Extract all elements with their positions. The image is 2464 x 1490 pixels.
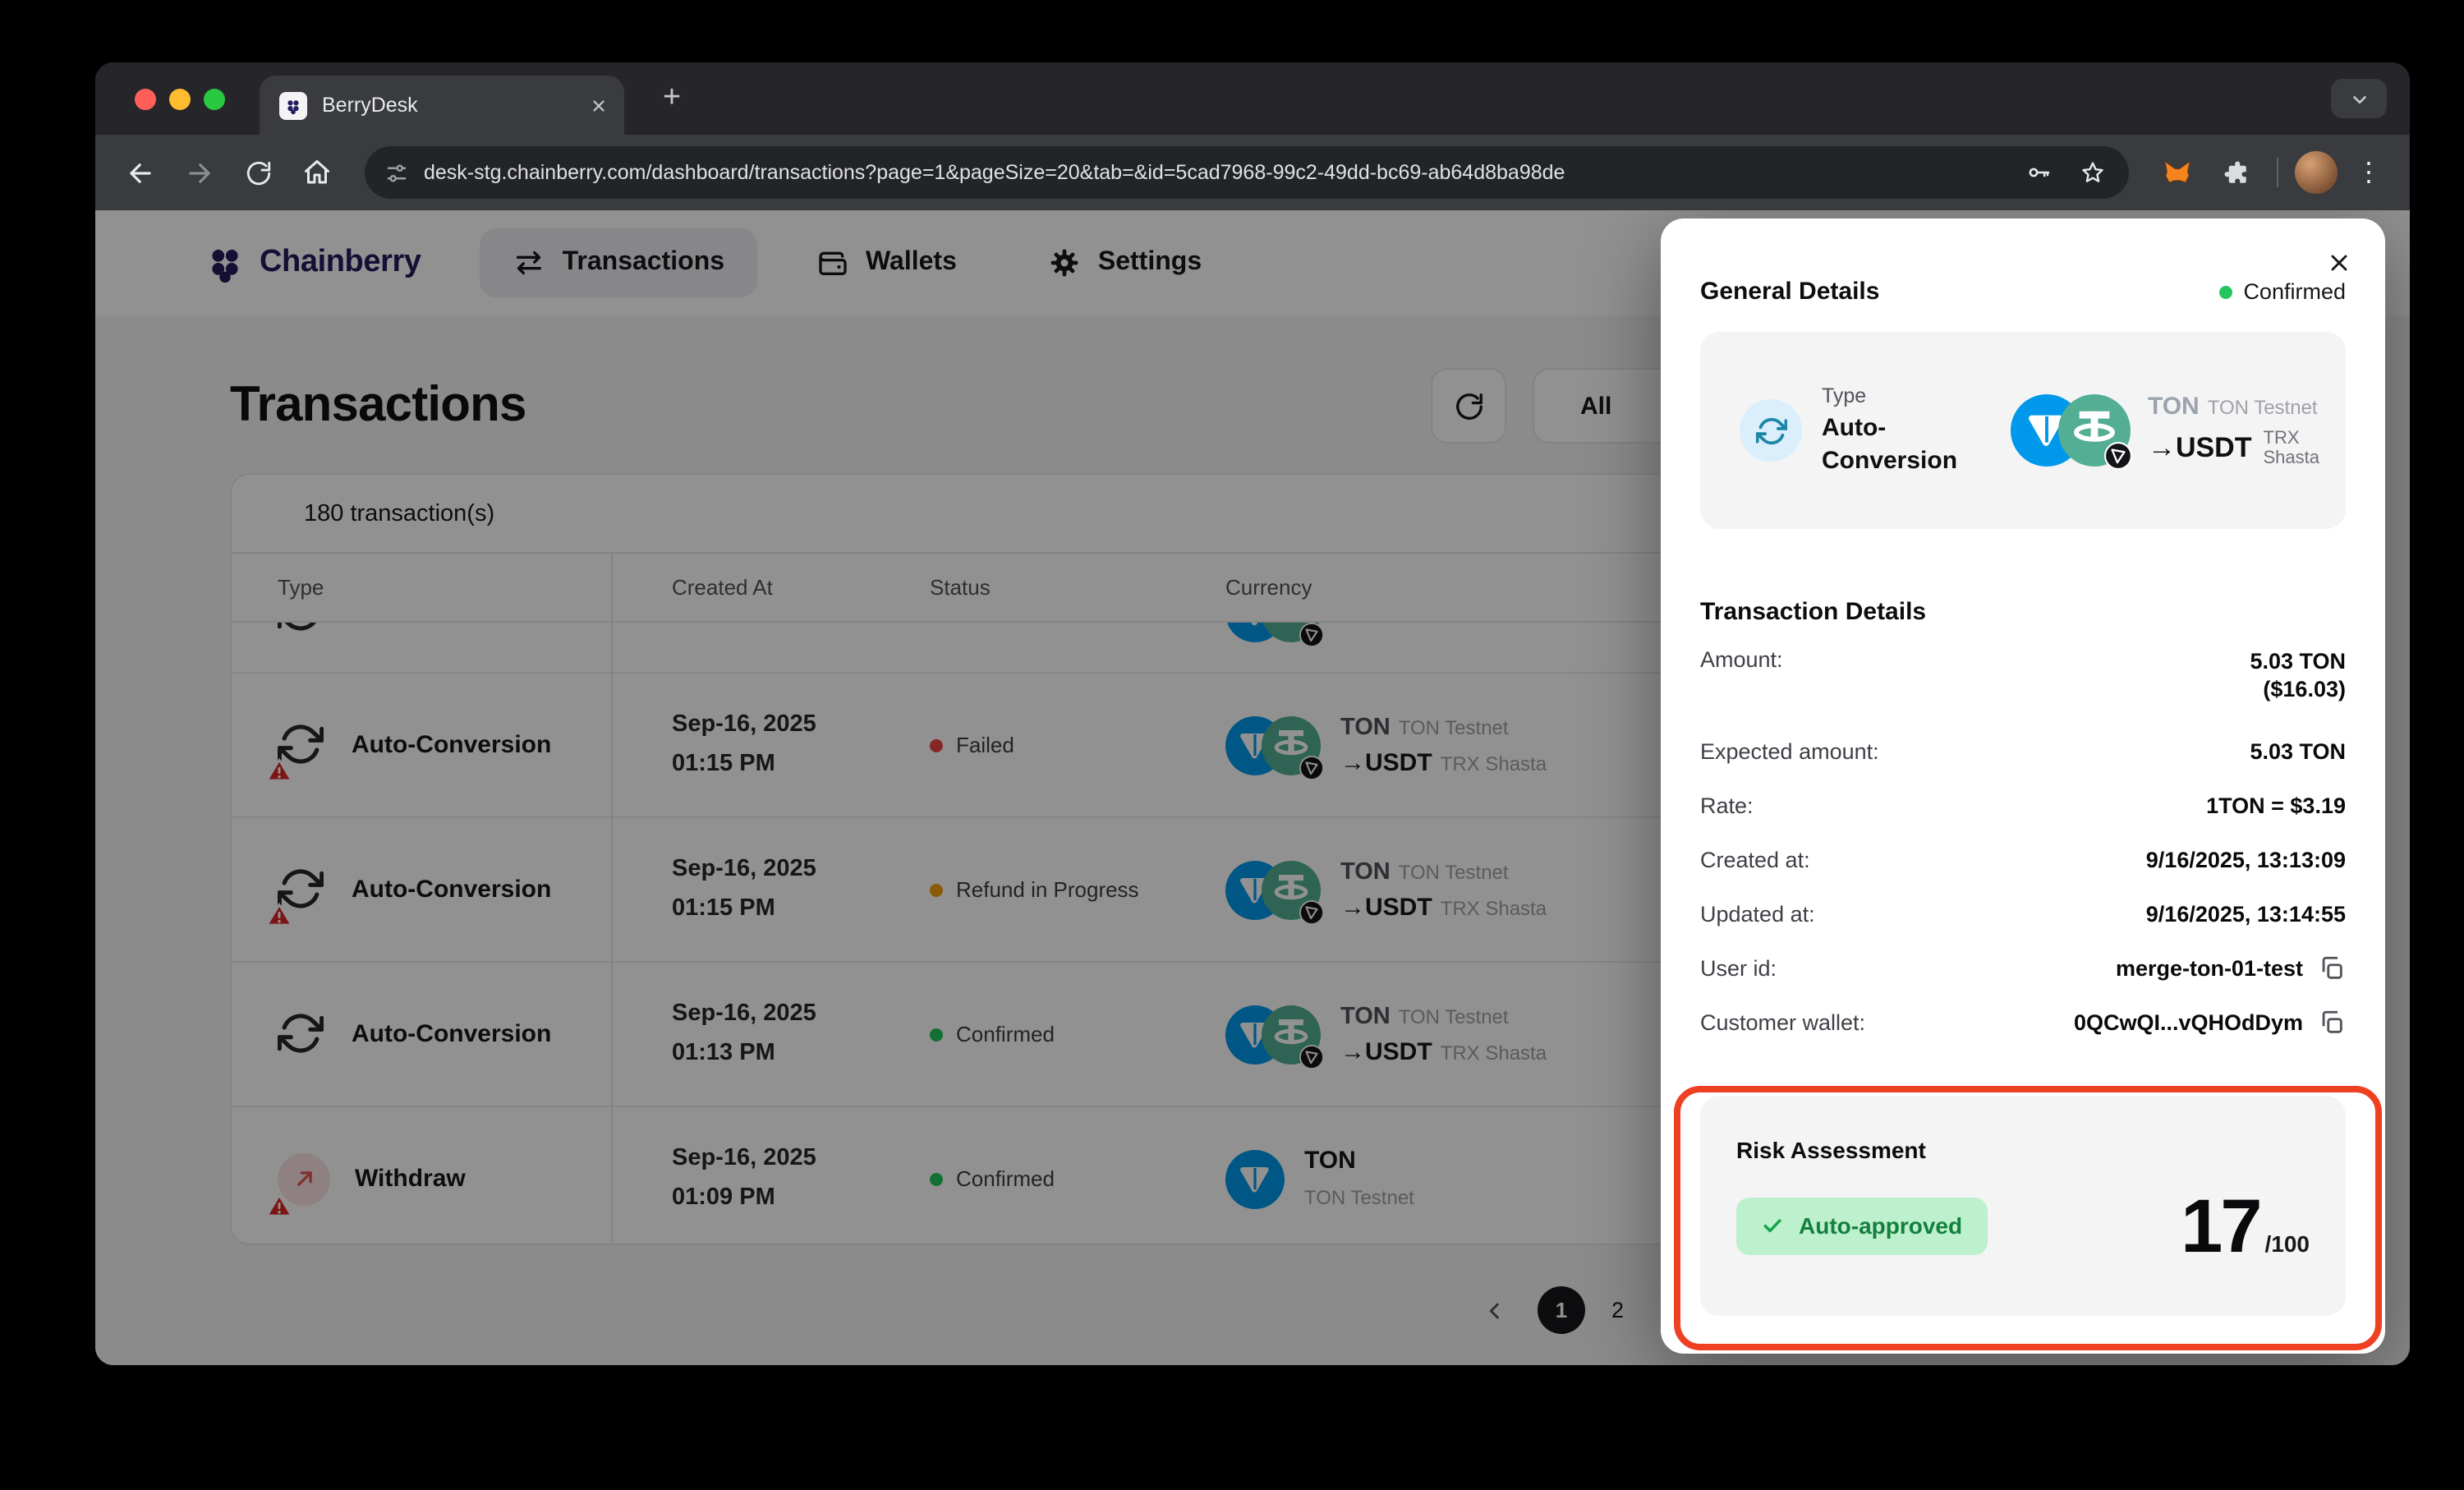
minimize-window-button[interactable]: [169, 88, 191, 109]
window-controls: [135, 88, 225, 109]
url-text[interactable]: desk-stg.chainberry.com/dashboard/transa…: [424, 161, 2004, 184]
new-tab-button[interactable]: +: [650, 79, 693, 122]
status-dot: [2218, 285, 2232, 298]
check-icon: [1761, 1214, 1784, 1237]
browser-tab-strip: BerryDesk +: [95, 62, 2410, 135]
close-window-button[interactable]: [135, 88, 156, 109]
auto-conversion-icon: [1740, 399, 1802, 462]
type-label: Type: [1822, 384, 1979, 407]
type-summary-card: Type Auto-Conversion TONTON Testnet →: [1700, 332, 2346, 529]
maximize-window-button[interactable]: [204, 88, 225, 109]
field-amount: Amount: 5.03 TON($16.03): [1700, 646, 2346, 724]
field-expected-amount: Expected amount: 5.03 TON: [1700, 724, 2346, 779]
profile-avatar[interactable]: [2295, 151, 2338, 194]
password-key-icon[interactable]: [2019, 153, 2058, 192]
browser-toolbar: desk-stg.chainberry.com/dashboard/transa…: [95, 135, 2410, 210]
field-user-id: User id: merge-ton-01-test: [1700, 941, 2346, 996]
metamask-extension-icon[interactable]: [2152, 148, 2201, 197]
risk-assessment-title: Risk Assessment: [1736, 1137, 2310, 1163]
copy-user-id-icon[interactable]: [2318, 954, 2346, 982]
risk-assessment-card: Risk Assessment Auto-approved 17/100: [1700, 1096, 2346, 1316]
site-info-icon[interactable]: [384, 160, 409, 185]
back-icon[interactable]: [115, 148, 164, 197]
berrydesk-favicon-icon: [279, 91, 307, 119]
tab-search-button[interactable]: [2331, 79, 2387, 118]
conversion-route: TONTON Testnet →USDT TRXShasta: [2148, 392, 2319, 469]
transaction-detail-panel: General Details Confirmed Type Auto-Conv…: [1661, 218, 2385, 1354]
toolbar-divider: [2277, 158, 2278, 187]
browser-menu-icon[interactable]: ⋮: [2347, 156, 2390, 189]
usdt-coin-icon: [2059, 394, 2131, 467]
field-rate: Rate: 1TON = $3.19: [1700, 779, 2346, 833]
home-icon[interactable]: [292, 148, 342, 197]
transaction-details-title: Transaction Details: [1700, 598, 2346, 626]
close-icon: [2325, 249, 2351, 275]
close-panel-button[interactable]: [2316, 240, 2361, 284]
browser-tab[interactable]: BerryDesk: [260, 76, 624, 135]
tron-badge-icon: [2105, 442, 2133, 470]
copy-wallet-icon[interactable]: [2318, 1009, 2346, 1037]
field-customer-wallet: Customer wallet: 0QCwQI...vQHOdDym: [1700, 996, 2346, 1050]
reload-icon[interactable]: [233, 148, 283, 197]
address-bar[interactable]: desk-stg.chainberry.com/dashboard/transa…: [365, 146, 2129, 199]
close-tab-icon[interactable]: [590, 96, 608, 114]
auto-approved-badge: Auto-approved: [1736, 1197, 1987, 1254]
tab-title: BerryDesk: [322, 94, 575, 117]
general-details-header: General Details Confirmed: [1700, 278, 2346, 306]
general-details-title: General Details: [1700, 278, 1879, 306]
field-created-at: Created at: 9/16/2025, 13:13:09: [1700, 833, 2346, 887]
extensions-puzzle-icon[interactable]: [2211, 148, 2260, 197]
browser-window: BerryDesk +: [95, 62, 2410, 1365]
webpage: Chainberry Transactions Wallets Settings: [95, 210, 2410, 1365]
forward-icon[interactable]: [174, 148, 223, 197]
bookmark-star-icon[interactable]: [2073, 153, 2112, 192]
risk-score: 17/100: [2181, 1181, 2310, 1270]
type-value: Auto-Conversion: [1822, 412, 1979, 477]
field-updated-at: Updated at: 9/16/2025, 13:14:55: [1700, 887, 2346, 941]
screen: BerryDesk +: [0, 0, 2464, 1490]
transaction-fields: Amount: 5.03 TON($16.03) Expected amount…: [1700, 646, 2346, 1050]
